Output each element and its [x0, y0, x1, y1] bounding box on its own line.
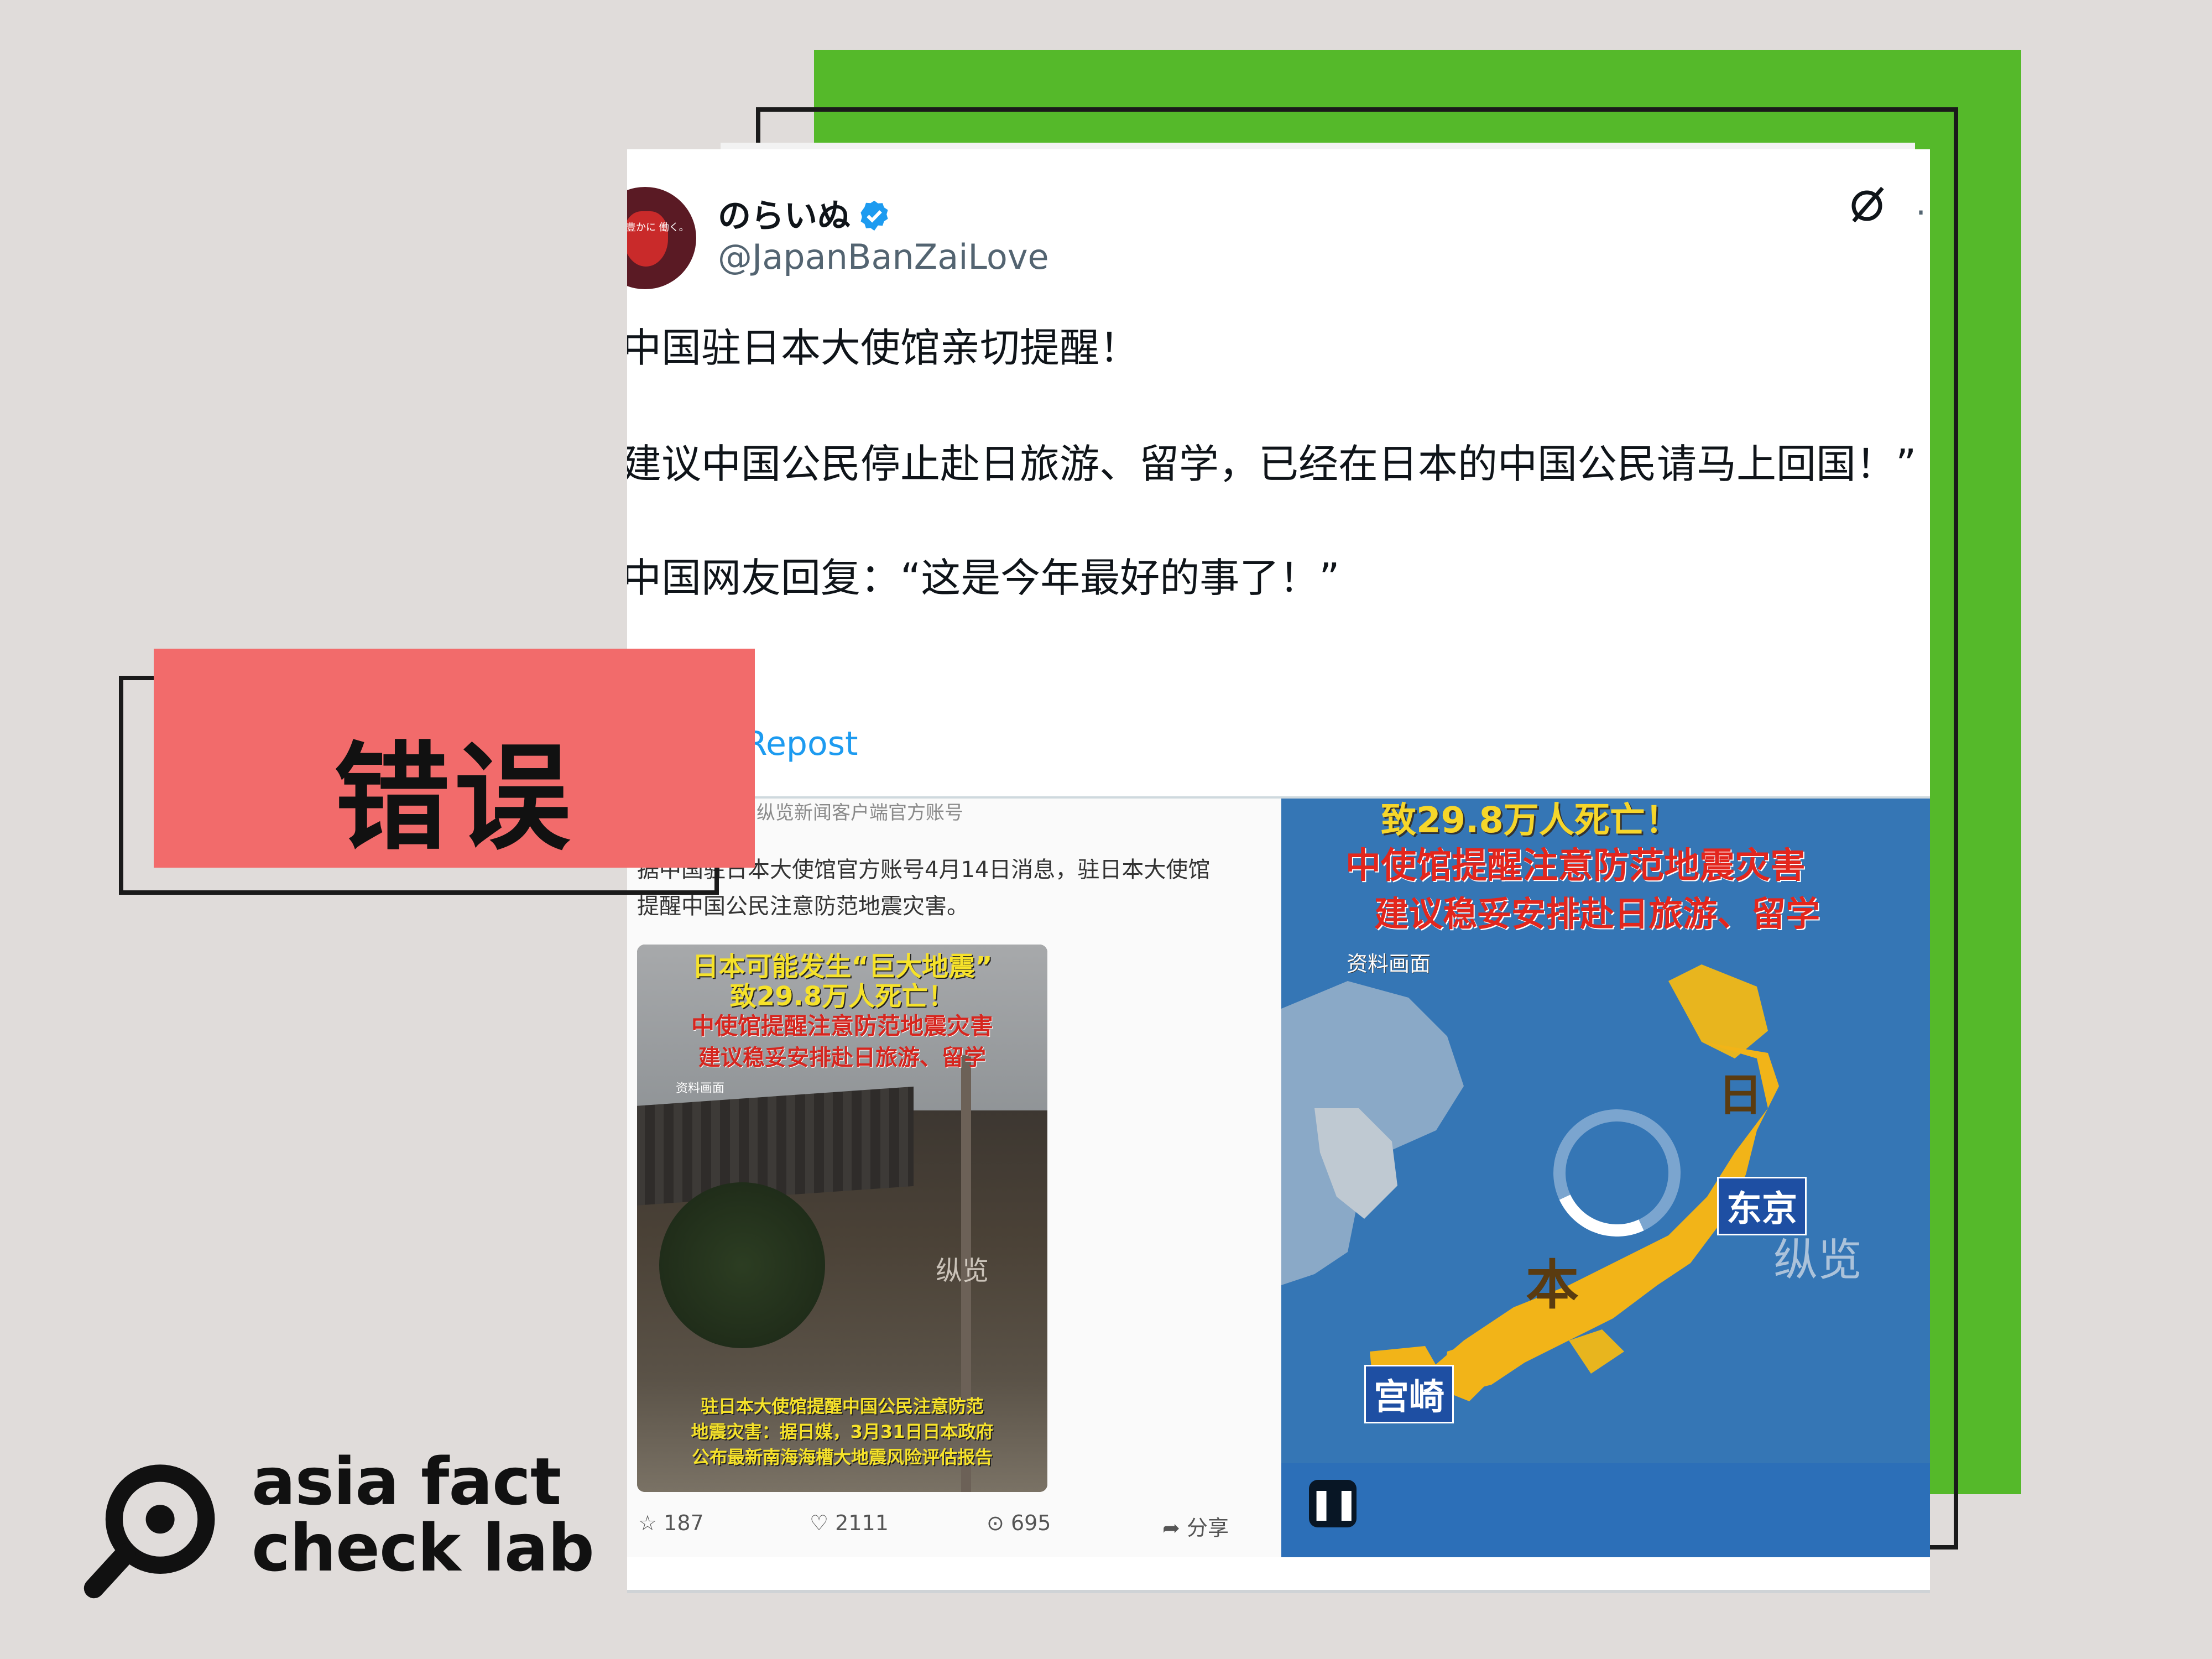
- share-action[interactable]: ➦ 分享: [1162, 1511, 1229, 1541]
- map-label-ri: 日: [1718, 1070, 1762, 1121]
- tweet-text-line-1: 中国驻日本大使馆亲切提醒！: [627, 325, 1140, 371]
- thumb-caption-3: 公布最新南海海槽大地震风险评估报告: [691, 1447, 993, 1468]
- logo-text-line-1: asia fact: [252, 1443, 561, 1520]
- tweet-media: 纵览新闻客户端官方账号 据中国驻日本大使馆官方账号4月14日消息，驻日本大使馆 …: [627, 796, 1930, 1557]
- repost-link[interactable]: Repost: [744, 724, 858, 763]
- verified-badge-icon: [860, 200, 888, 231]
- star-count: 187: [664, 1511, 704, 1535]
- thumb-ref-label: 资料画面: [676, 1082, 725, 1095]
- share-label: 分享: [1186, 1516, 1229, 1540]
- avatar[interactable]: 日本を豊かに 働く。: [627, 187, 696, 289]
- embedded-news-screenshot[interactable]: 纵览新闻客户端官方账号 据中国驻日本大使馆官方账号4月14日消息，驻日本大使馆 …: [627, 799, 1281, 1557]
- like-action[interactable]: ♡ 2111: [810, 1511, 889, 1535]
- display-name-text: のらいぬ: [718, 197, 851, 236]
- video-thumbnail[interactable]: 日本可能发生“巨大地震” 致29.8万人死亡！ 中使馆提醒注意防范地震灾害 建议…: [637, 945, 1047, 1492]
- tweet-screenshot-card: 日本を豊かに 働く。 のらいぬ @JapanBanZaiLove · 中国驻日本…: [627, 149, 1930, 1593]
- comment-count: 695: [1010, 1511, 1051, 1535]
- thumbnail-tree: [659, 1182, 825, 1348]
- more-dots-icon[interactable]: ·: [1916, 194, 1926, 232]
- tweet-text-line-3: 中国网友回复：“这是今年最好的事了！”: [627, 555, 1340, 601]
- thumb-caption-1: 驻日本大使馆提醒中国公民注意防范: [700, 1396, 984, 1417]
- display-name[interactable]: のらいぬ: [718, 189, 891, 237]
- slash-circle-icon[interactable]: [1845, 184, 1889, 228]
- avatar-text: 日本を豊かに 働く。: [627, 222, 689, 233]
- city-label-miyazaki: 宫崎: [1364, 1365, 1454, 1423]
- like-count: 2111: [835, 1511, 889, 1535]
- share-icon: ➦: [1162, 1516, 1180, 1540]
- user-handle[interactable]: @JapanBanZaiLove: [718, 237, 1049, 277]
- heart-icon: ♡: [810, 1511, 829, 1535]
- thumb-headline-red-2: 建议稳妥安排赴日旅游、留学: [698, 1045, 986, 1071]
- embedded-video[interactable]: 致29.8万人死亡！ 中使馆提醒注意防范地震灾害 建议稳妥安排赴日旅游、留学 资…: [1281, 799, 1930, 1557]
- thumbnail-roof: [637, 1086, 914, 1207]
- logo-text-line-2: check lab: [252, 1510, 594, 1586]
- video-headline-red-2: 建议稳妥安排赴日旅游、留学: [1374, 894, 1820, 934]
- video-headline-red-1: 中使馆提醒注意防范地震灾害: [1345, 846, 1806, 886]
- star-icon: ☆: [638, 1511, 658, 1535]
- thumb-headline-red-1: 中使馆提醒注意防范地震灾害: [691, 1013, 993, 1040]
- video-watermark: 纵览: [1773, 1234, 1862, 1286]
- pause-icon[interactable]: ❚❚: [1309, 1480, 1359, 1527]
- video-bottom-band: [1281, 1463, 1930, 1557]
- star-action[interactable]: ☆ 187: [638, 1511, 704, 1535]
- tweet-text-line-2: 建议中国公民停止赴日旅游、留学，已经在日本的中国公民请马上回国！”: [627, 441, 1917, 487]
- comment-action[interactable]: ⊙ 695: [987, 1511, 1051, 1535]
- verdict-label: 错误: [333, 731, 575, 866]
- thumb-caption-2: 地震灾害：据日媒，3月31日日本政府: [691, 1421, 994, 1442]
- news-source-line: 纵览新闻客户端官方账号: [757, 802, 963, 824]
- video-ref-label: 资料画面: [1347, 952, 1431, 976]
- video-headline-yellow: 致29.8万人死亡！: [1381, 800, 1681, 841]
- thumb-watermark: 纵览: [936, 1255, 989, 1286]
- afcl-magnifier-logo-icon: [84, 1464, 215, 1599]
- map-label-ben: 本: [1526, 1254, 1579, 1316]
- verdict-badge: 错误: [154, 649, 755, 868]
- comment-icon: ⊙: [987, 1511, 1004, 1535]
